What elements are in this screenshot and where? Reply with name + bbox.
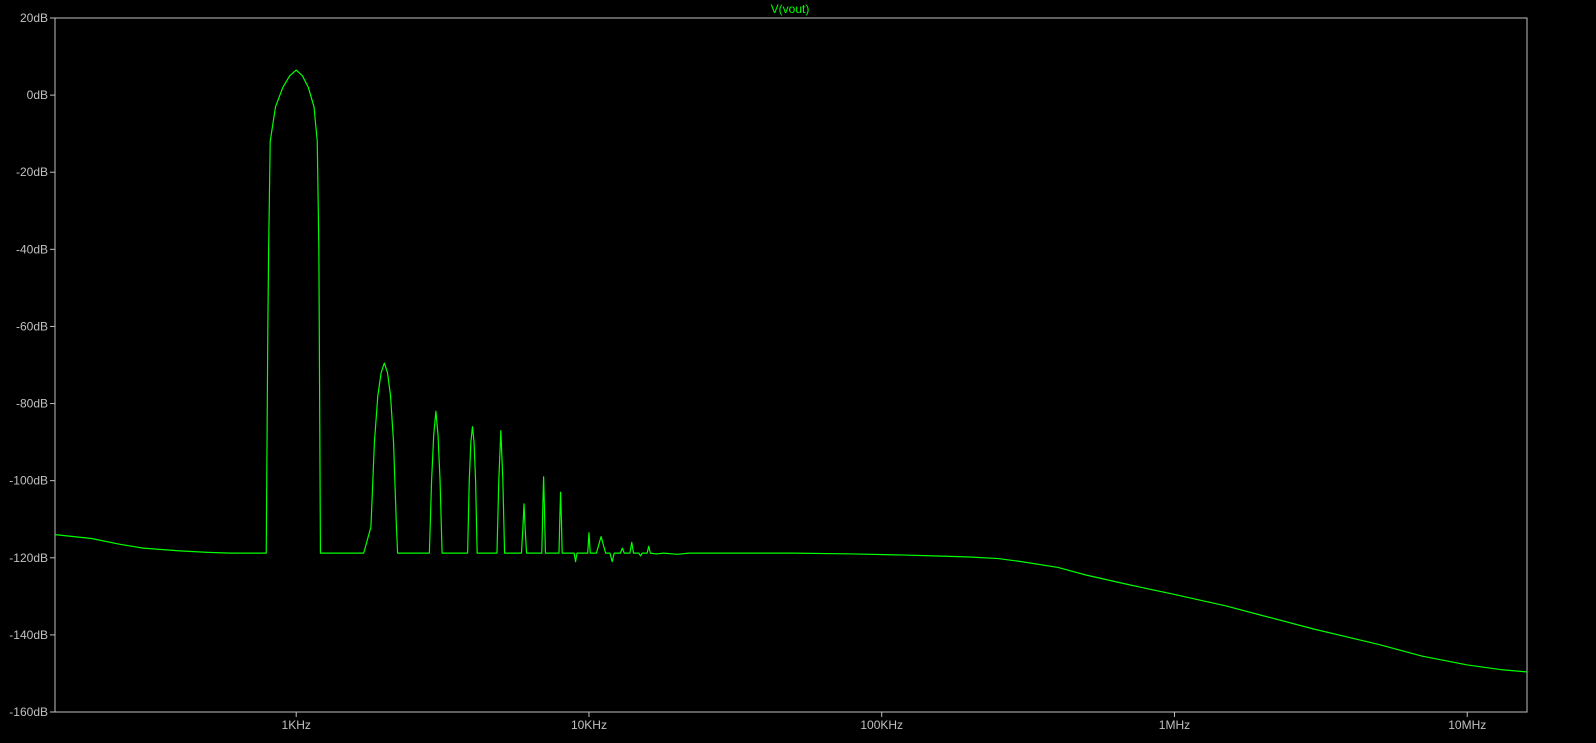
trace-layer: [54, 69, 1528, 673]
y-tick-label: -160dB: [9, 705, 48, 719]
y-tick-label: -40dB: [16, 242, 48, 256]
y-tick-label: -120dB: [9, 551, 48, 565]
x-tick-label: 1KHz: [282, 718, 311, 732]
y-tick-label: 20dB: [20, 11, 48, 25]
plot-frame: [54, 17, 1528, 713]
y-tick-label: -20dB: [16, 165, 48, 179]
y-tick-label: -100dB: [9, 474, 48, 488]
plot-window: V(vout) 20dB 0dB -20dB -40dB -60dB -80dB -100d…: [0, 0, 1596, 738]
y-tick-label: -60dB: [16, 319, 48, 333]
x-tick-label: 1MHz: [1159, 718, 1190, 732]
trace-title[interactable]: V(vout): [771, 2, 810, 16]
trace-line[interactable]: [54, 69, 1528, 673]
y-axis: 20dB 0dB -20dB -40dB -60dB -80dB -100dB -120dB -…: [9, 11, 55, 719]
y-tick-label: -80dB: [16, 397, 48, 411]
x-tick-label: 10MHz: [1448, 718, 1486, 732]
y-tick-label: 0dB: [27, 88, 48, 102]
x-tick-label: 10KHz: [571, 718, 607, 732]
y-tick-label: -140dB: [9, 628, 48, 642]
x-axis: 1KHz 10KHz 100KHz 1MHz 10MHz: [282, 712, 1486, 732]
x-tick-label: 100KHz: [860, 718, 903, 732]
waveform-chart: V(vout) 20dB 0dB -20dB -40dB -60dB -80dB -100d…: [9, 2, 1528, 732]
